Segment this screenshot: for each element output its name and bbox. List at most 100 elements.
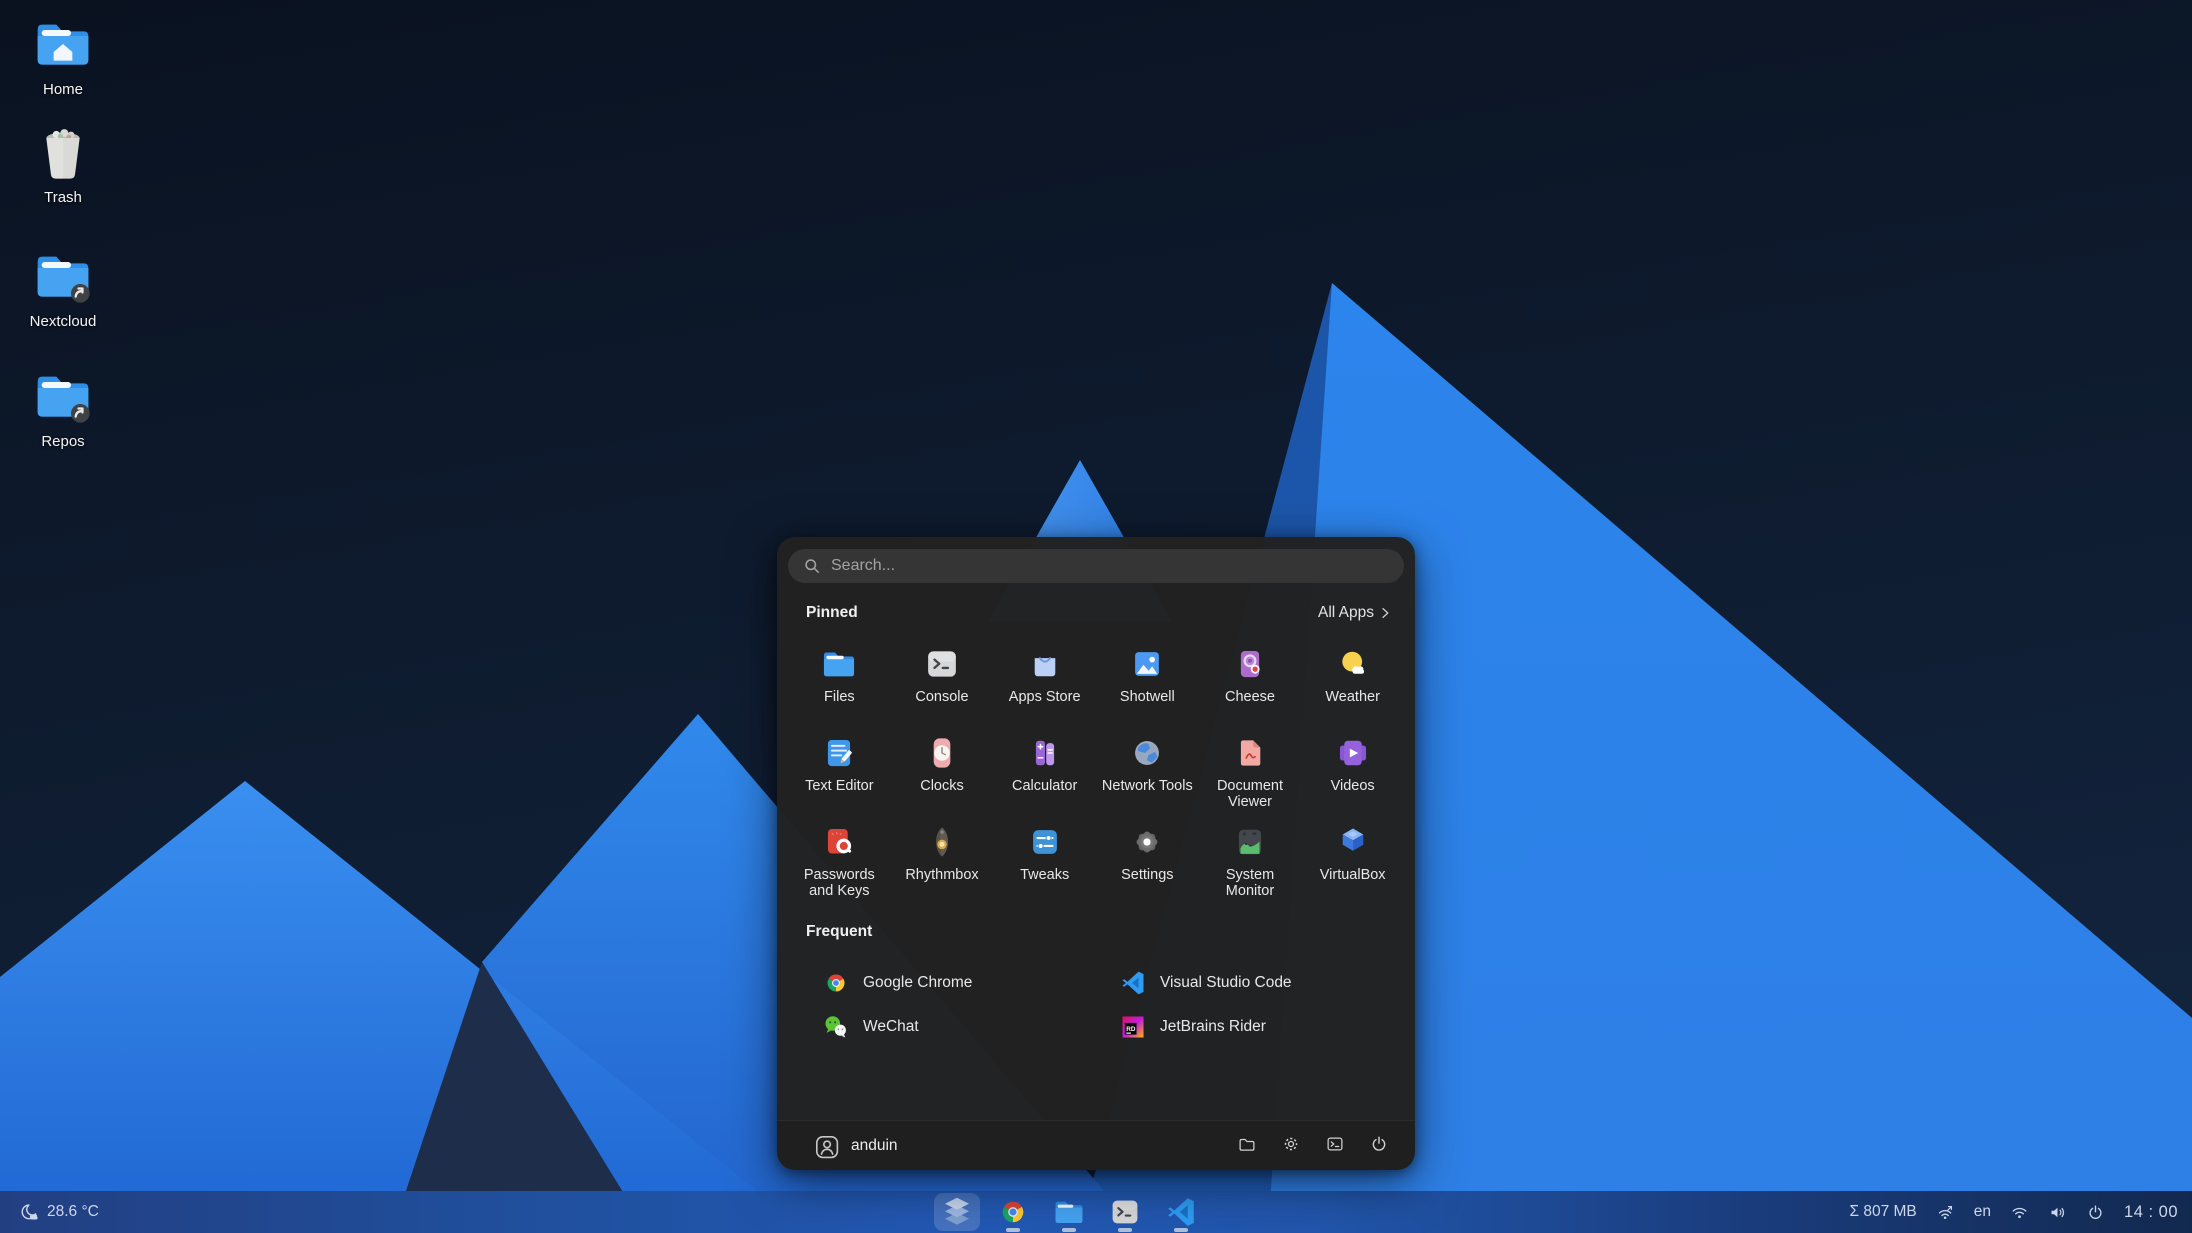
desktop-icon-home[interactable]: Home xyxy=(8,12,118,98)
search-input[interactable]: Search... xyxy=(788,549,1404,583)
app-label: Network Tools xyxy=(1102,778,1193,794)
dock xyxy=(929,1191,1209,1233)
frequent-title: Frequent xyxy=(806,923,872,941)
pinned-app-document-viewer[interactable]: Document Viewer xyxy=(1199,726,1302,815)
pinned-app-virtualbox[interactable]: VirtualBox xyxy=(1301,815,1404,904)
temperature-label: 28.6 °C xyxy=(47,1203,99,1221)
pinned-app-tweaks[interactable]: Tweaks xyxy=(993,815,1096,904)
pinned-app-system-monitor[interactable]: System Monitor xyxy=(1199,815,1302,904)
power-icon[interactable] xyxy=(2086,1203,2105,1222)
dock-vscode-button[interactable] xyxy=(1153,1191,1209,1233)
rider-icon: RD xyxy=(1119,1013,1147,1041)
running-indicator xyxy=(1062,1228,1076,1232)
app-label: Document Viewer xyxy=(1204,778,1296,810)
desktop-icon-label: Home xyxy=(43,81,83,98)
vscode-icon xyxy=(1119,969,1147,997)
frequent-app-visual-studio-code[interactable]: Visual Studio Code xyxy=(1119,961,1387,1005)
pinned-app-settings[interactable]: Settings xyxy=(1096,815,1199,904)
app-launcher-menu: Search... Pinned All Apps Files Console Ap… xyxy=(777,537,1415,1170)
terminal-outline-icon xyxy=(1325,1134,1345,1157)
frequent-app-google-chrome[interactable]: Google Chrome xyxy=(822,961,1119,1005)
videos-icon xyxy=(1334,734,1372,772)
moon-cloud-icon xyxy=(18,1202,39,1223)
taskbar: 28.6 °C Σ 807 MB en 14 : 00 xyxy=(0,1191,2192,1233)
tweaks-icon xyxy=(1026,823,1064,861)
pinned-app-network-tools[interactable]: Network Tools xyxy=(1096,726,1199,815)
wifi-icon[interactable] xyxy=(2010,1203,2029,1222)
document-viewer-icon xyxy=(1231,734,1269,772)
pinned-app-text-editor[interactable]: Text Editor xyxy=(788,726,891,815)
memory-usage-label[interactable]: Σ 807 MB xyxy=(1849,1203,1916,1221)
files-icon xyxy=(820,645,858,683)
desktop-icon-nextcloud[interactable]: Nextcloud xyxy=(8,244,118,330)
app-label: Shotwell xyxy=(1120,689,1175,705)
search-icon xyxy=(802,556,822,576)
keyboard-layout-label[interactable]: en xyxy=(1974,1203,1991,1221)
volume-icon[interactable] xyxy=(2048,1203,2067,1222)
frequent-apps-grid: Google Chrome Visual Studio Code WeChat RD J… xyxy=(822,961,1387,1049)
dock-google-chrome-button[interactable] xyxy=(985,1191,1041,1233)
app-label: VirtualBox xyxy=(1320,867,1386,883)
folder-home-icon xyxy=(31,12,95,76)
chrome-icon xyxy=(822,969,850,997)
app-label: Passwords and Keys xyxy=(793,867,885,899)
footer-files-button[interactable] xyxy=(1237,1136,1257,1156)
footer-terminal-button[interactable] xyxy=(1325,1136,1345,1156)
all-apps-label: All Apps xyxy=(1318,604,1374,622)
pinned-app-rhythmbox[interactable]: Rhythmbox xyxy=(891,815,994,904)
pinned-app-passwords-and-keys[interactable]: Passwords and Keys xyxy=(788,815,891,904)
app-label: Console xyxy=(915,689,968,705)
desktop-icon-repos[interactable]: Repos xyxy=(8,364,118,450)
app-label: Visual Studio Code xyxy=(1160,974,1292,992)
all-apps-button[interactable]: All Apps xyxy=(1318,604,1393,622)
app-label: Calculator xyxy=(1012,778,1077,794)
app-label: Settings xyxy=(1121,867,1173,883)
console-icon xyxy=(923,645,961,683)
pinned-app-files[interactable]: Files xyxy=(788,637,891,726)
clocks-icon xyxy=(923,734,961,772)
calculator-icon xyxy=(1026,734,1064,772)
app-label: Rhythmbox xyxy=(905,867,978,883)
virtualbox-icon xyxy=(1334,823,1372,861)
app-label: JetBrains Rider xyxy=(1160,1018,1266,1036)
cheese-icon xyxy=(1231,645,1269,683)
pinned-app-console[interactable]: Console xyxy=(891,637,994,726)
clock[interactable]: 14 : 00 xyxy=(2124,1203,2178,1222)
dock-files-button[interactable] xyxy=(1041,1191,1097,1233)
footer-actions xyxy=(1237,1136,1389,1156)
pinned-app-calculator[interactable]: Calculator xyxy=(993,726,1096,815)
pinned-app-cheese[interactable]: Cheese xyxy=(1199,637,1302,726)
app-label: Text Editor xyxy=(805,778,874,794)
frequent-app-jetbrains-rider[interactable]: RD JetBrains Rider xyxy=(1119,1005,1387,1049)
app-label: Tweaks xyxy=(1020,867,1069,883)
username: anduin xyxy=(851,1137,898,1155)
power-outline-icon xyxy=(1369,1134,1389,1157)
pinned-app-apps-store[interactable]: Apps Store xyxy=(993,637,1096,726)
folder-outline-icon xyxy=(1237,1134,1257,1157)
system-tray: Σ 807 MB en 14 : 00 xyxy=(1849,1191,2178,1233)
app-label: WeChat xyxy=(863,1018,919,1036)
footer-power-button[interactable] xyxy=(1369,1136,1389,1156)
shotwell-icon xyxy=(1128,645,1166,683)
pinned-app-weather[interactable]: Weather xyxy=(1301,637,1404,726)
desktop-icon-trash[interactable]: Trash xyxy=(8,120,118,206)
pinned-app-clocks[interactable]: Clocks xyxy=(891,726,994,815)
dock-terminal-button[interactable] xyxy=(1097,1191,1153,1233)
pinned-app-videos[interactable]: Videos xyxy=(1301,726,1404,815)
folder-link-icon xyxy=(31,364,95,428)
user-menu-button[interactable]: anduin xyxy=(813,1133,898,1159)
pinned-app-shotwell[interactable]: Shotwell xyxy=(1096,637,1199,726)
search-placeholder: Search... xyxy=(831,557,895,575)
footer-settings-button[interactable] xyxy=(1281,1136,1301,1156)
weather-icon xyxy=(1334,645,1372,683)
dock-app-launcher-button[interactable] xyxy=(929,1191,985,1233)
network-traffic-icon[interactable] xyxy=(1936,1203,1955,1222)
chevron-right-icon xyxy=(1377,605,1393,621)
frequent-app-wechat[interactable]: WeChat xyxy=(822,1005,1119,1049)
passwords-icon xyxy=(820,823,858,861)
pinned-title: Pinned xyxy=(806,604,858,622)
network-tools-icon xyxy=(1128,734,1166,772)
weather-applet[interactable]: 28.6 °C xyxy=(18,1191,99,1233)
settings-icon xyxy=(1128,823,1166,861)
app-label: Videos xyxy=(1331,778,1375,794)
